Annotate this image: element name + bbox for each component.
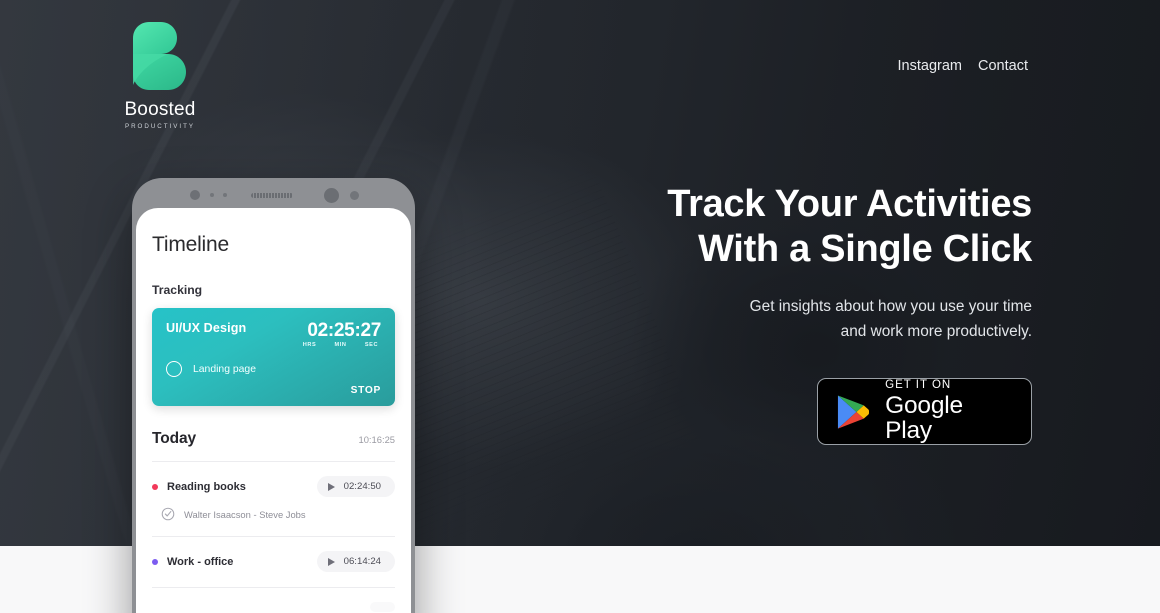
entry-duration: 02:24:50 — [343, 481, 381, 492]
landing-page: Boosted PRODUCTIVITY Instagram Contact T… — [0, 0, 1160, 613]
tracking-section-label: Tracking — [152, 283, 203, 297]
phone-top-bezel — [136, 182, 411, 208]
entry-color-dot — [152, 483, 158, 490]
page-title: Track Your Activities With a Single Clic… — [562, 182, 1032, 272]
nav-link-contact[interactable]: Contact — [978, 58, 1028, 74]
phone-screen: Timeline Tracking UI/UX Design 02:25:27 … — [136, 208, 411, 613]
badge-big-text: Google Play — [885, 392, 963, 444]
entry-duration: 06:14:24 — [343, 556, 381, 567]
brand-tagline: PRODUCTIVITY — [124, 123, 196, 130]
phone-mockup: Timeline Tracking UI/UX Design 02:25:27 … — [132, 178, 415, 613]
light-sensor-icon — [210, 193, 214, 197]
entry-name: Reading books — [167, 480, 246, 493]
timer-unit-hrs: HRS — [302, 342, 317, 348]
entry-name: Work - office — [167, 555, 234, 568]
front-camera-icon — [324, 188, 339, 203]
timer-unit-labels: HRS MIN SEC — [300, 342, 381, 348]
play-icon[interactable] — [327, 482, 335, 491]
entry-duration-pill[interactable]: 06:14:24 — [316, 551, 395, 572]
google-play-badge-button[interactable]: GET IT ON Google Play — [817, 378, 1032, 445]
boosted-b-logo-icon — [133, 22, 186, 90]
google-play-triangle-icon — [837, 394, 870, 429]
google-play-badge-text: GET IT ON Google Play — [885, 378, 1013, 444]
nav-link-instagram[interactable]: Instagram — [898, 58, 962, 74]
timer-unit-min: MIN — [334, 342, 347, 348]
entry-color-dot — [152, 558, 158, 565]
tracking-task-label: Landing page — [193, 363, 256, 375]
timer-unit-sec: SEC — [364, 342, 379, 348]
iris-sensor-icon — [223, 193, 227, 197]
proximity-sensor-icon — [190, 190, 200, 200]
list-item-partial[interactable] — [152, 588, 395, 612]
badge-small-text: GET IT ON — [885, 378, 952, 391]
hero-copy: Track Your Activities With a Single Clic… — [562, 182, 1032, 445]
tracking-task-row[interactable]: Landing page — [166, 361, 381, 377]
circle-outline-icon[interactable] — [166, 361, 182, 377]
subtask-label: Walter Isaacson - Steve Jobs — [184, 508, 306, 520]
brand-name: Boosted — [124, 99, 196, 120]
entry-left: Work - office — [152, 556, 233, 568]
brand-logo[interactable]: Boosted PRODUCTIVITY — [114, 22, 206, 130]
today-header: Today 10:16:25 — [152, 430, 395, 462]
list-item-subtask[interactable]: Walter Isaacson - Steve Jobs — [161, 507, 395, 521]
today-total-time: 10:16:25 — [358, 434, 396, 445]
subtitle-line-2: and work more productively. — [840, 323, 1032, 340]
timeline-title: Timeline — [152, 233, 229, 256]
earpiece-speaker-icon — [251, 193, 293, 198]
secondary-sensor-icon — [350, 191, 359, 200]
list-item[interactable]: Reading books 02:24:50 — [152, 462, 395, 497]
entry-duration-pill[interactable] — [370, 602, 395, 612]
tracking-card-header: UI/UX Design 02:25:27 HRS MIN SEC — [166, 321, 381, 348]
tracking-project-name: UI/UX Design — [166, 321, 247, 335]
headline-line-1: Track Your Activities — [667, 183, 1032, 225]
timer-digits: 02:25:27 — [307, 320, 381, 341]
hero-subtitle: Get insights about how you use your time… — [562, 294, 1032, 344]
subtitle-line-1: Get insights about how you use your time — [749, 298, 1032, 315]
headline-line-2: With a Single Click — [698, 228, 1032, 270]
check-circle-icon — [161, 507, 175, 521]
entry-duration-pill[interactable]: 02:24:50 — [316, 476, 395, 497]
entry-left: Reading books — [152, 481, 246, 493]
tracking-timer: 02:25:27 HRS MIN SEC — [300, 320, 382, 348]
list-item[interactable]: Work - office 06:14:24 — [152, 537, 395, 572]
today-label: Today — [152, 430, 196, 447]
play-icon[interactable] — [327, 557, 335, 566]
stop-button[interactable]: STOP — [351, 385, 381, 396]
tracking-card[interactable]: UI/UX Design 02:25:27 HRS MIN SEC Landin… — [152, 308, 395, 406]
main-navigation: Instagram Contact — [898, 58, 1028, 74]
